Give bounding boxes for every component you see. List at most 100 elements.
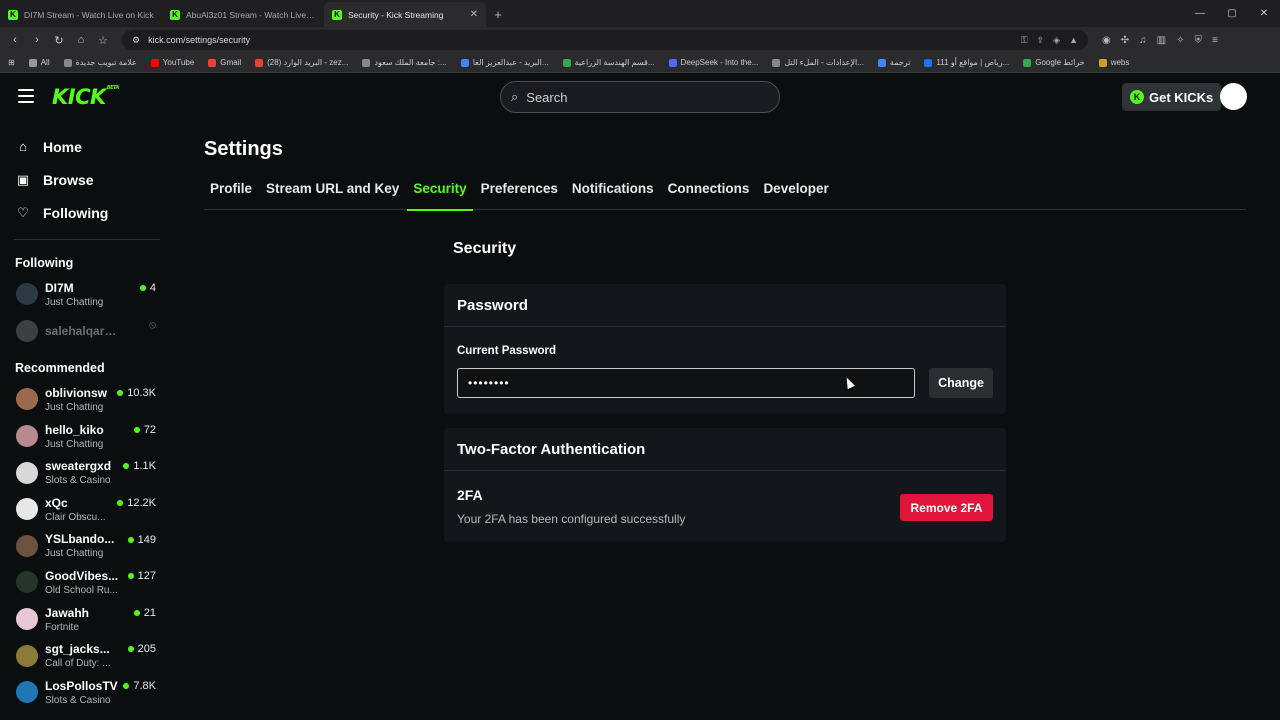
hamburger-menu-icon[interactable] bbox=[18, 89, 34, 103]
bookmark-item[interactable]: 111 رياض | مواقع أو... bbox=[924, 58, 1009, 67]
change-password-button[interactable]: Change bbox=[929, 368, 993, 398]
home-button-icon[interactable]: ⌂ bbox=[72, 31, 90, 49]
channel-item[interactable]: sweatergxd Slots & Casino 1.1K bbox=[0, 454, 172, 491]
channel-item[interactable]: YSLbando... Just Chatting 149 bbox=[0, 528, 172, 565]
vpn-icon[interactable]: ⛨ bbox=[1194, 35, 1202, 46]
media-icon[interactable]: ♫ bbox=[1139, 35, 1147, 46]
viewer-count-value: 12.2K bbox=[127, 496, 156, 509]
sidebar-item-browse[interactable]: ▣ Browse bbox=[15, 163, 157, 196]
bookmark-icon[interactable]: ☆ bbox=[94, 31, 112, 49]
url-text: kick.com/settings/security bbox=[148, 35, 251, 45]
browser-tab[interactable]: K DI7M Stream - Watch Live on Kick bbox=[0, 2, 162, 27]
bookmark-item[interactable]: جامعة الملك سعود :... bbox=[362, 58, 447, 67]
leo-icon[interactable]: ✧ bbox=[1176, 35, 1184, 46]
extensions-icon[interactable]: ✣ bbox=[1121, 35, 1129, 46]
channel-name: YSLbando... bbox=[45, 532, 115, 547]
channel-item[interactable]: hello_kiko Just Chatting 72 bbox=[0, 418, 172, 455]
share-icon[interactable]: ⇪ bbox=[1037, 35, 1045, 46]
tab-developer[interactable]: Developer bbox=[757, 178, 834, 210]
sidebar-toggle-icon[interactable]: ▥ bbox=[1157, 35, 1166, 46]
settings-main: Settings Profile Stream URL and Key Securi… bbox=[172, 120, 1280, 720]
live-dot-icon bbox=[117, 499, 124, 506]
channel-avatar bbox=[16, 498, 38, 521]
kicks-coin-icon: K bbox=[1130, 90, 1144, 104]
live-dot-icon bbox=[117, 390, 124, 397]
channel-name: sweatergxd bbox=[45, 459, 112, 474]
forward-icon[interactable]: › bbox=[28, 31, 46, 49]
channel-category: Just Chatting bbox=[45, 401, 104, 413]
bookmark-item[interactable]: webs bbox=[1098, 58, 1129, 67]
bookmark-favicon-icon bbox=[668, 58, 677, 67]
viewer-count-value: 10.3K bbox=[127, 387, 156, 400]
tab-stream-url-and-key[interactable]: Stream URL and Key bbox=[260, 178, 405, 210]
bookmark-item[interactable]: (28) البريد الوارد - zez... bbox=[255, 58, 348, 67]
rewards-icon[interactable]: ▲ bbox=[1069, 35, 1078, 46]
channel-name: xQc bbox=[45, 495, 68, 510]
bookmark-item[interactable]: ترجمة bbox=[877, 58, 910, 67]
bookmark-item[interactable]: علامة تبويب جديدة bbox=[63, 58, 137, 67]
tab-preferences[interactable]: Preferences bbox=[475, 178, 564, 210]
reload-icon[interactable]: ↻ bbox=[50, 31, 68, 49]
live-dot-icon bbox=[133, 426, 140, 433]
following-heading: Following bbox=[15, 256, 74, 270]
channel-item[interactable]: oblivionsw Just Chatting 10.3K bbox=[0, 381, 172, 418]
key-icon[interactable]: ⚿ bbox=[1021, 35, 1028, 46]
user-avatar[interactable] bbox=[1220, 83, 1247, 110]
bookmark-item[interactable]: DeepSeek - Into the... bbox=[668, 58, 758, 67]
viewer-count: 127 bbox=[127, 570, 156, 583]
channel-item[interactable]: sgt_jacks... Call of Duty: ... 205 bbox=[0, 637, 172, 674]
channel-item[interactable]: Jawahh Fortnite 21 bbox=[0, 601, 172, 638]
browser-tab[interactable]: K AbuAl3z01 Stream - Watch Live on Kick bbox=[162, 2, 324, 27]
channel-item[interactable]: LosPollosTV Slots & Casino 7.8K bbox=[0, 674, 172, 711]
viewer-count-value: 4 bbox=[149, 282, 156, 294]
remove-2fa-button[interactable]: Remove 2FA bbox=[900, 494, 993, 521]
wallet-icon[interactable]: ◉ bbox=[1102, 35, 1111, 46]
close-window-icon[interactable]: ✕ bbox=[1248, 0, 1280, 27]
viewer-count: 205 bbox=[127, 643, 156, 655]
shield-icon[interactable]: ◈ bbox=[1053, 35, 1060, 46]
minimize-icon[interactable]: — bbox=[1184, 0, 1216, 27]
channel-avatar bbox=[16, 571, 38, 594]
bookmark-item[interactable]: Google خرائط bbox=[1023, 58, 1085, 67]
maximize-icon[interactable]: ▢ bbox=[1216, 0, 1248, 27]
tab-notifications[interactable]: Notifications bbox=[566, 178, 660, 210]
bookmark-item[interactable]: YouTube bbox=[150, 58, 194, 67]
sidebar-item-home[interactable]: ⌂ Home bbox=[15, 130, 157, 163]
sidebar-item-following[interactable]: ♡ Following bbox=[15, 196, 157, 229]
channel-item[interactable]: GoodVibes... Old School Ru... 127 bbox=[0, 564, 172, 601]
browser-tab-active[interactable]: K Security - Kick Streaming ✕ bbox=[324, 2, 486, 27]
kick-favicon-icon: K bbox=[8, 9, 18, 20]
live-dot-icon bbox=[133, 609, 140, 616]
bookmark-favicon-icon bbox=[772, 58, 781, 67]
viewer-count-value: 127 bbox=[137, 570, 156, 583]
bookmark-item[interactable]: البريد - عبدالعزيز الغا... bbox=[460, 58, 549, 67]
channel-avatar bbox=[16, 319, 38, 342]
channel-item[interactable]: xQc Clair Obscu... 12.2K bbox=[0, 491, 172, 528]
site-info-icon[interactable]: ⚙ bbox=[132, 35, 140, 46]
bookmark-item[interactable]: الإعدادات - الملء التل... bbox=[772, 58, 864, 67]
new-tab-button[interactable]: + bbox=[486, 2, 510, 27]
tab-connections[interactable]: Connections bbox=[662, 178, 756, 210]
channel-item[interactable]: salehalqarni34 ⦸ bbox=[0, 313, 172, 350]
tab-security[interactable]: Security bbox=[407, 178, 473, 211]
bookmark-item[interactable]: All bbox=[28, 58, 50, 67]
channel-name: hello_kiko bbox=[45, 422, 104, 437]
channel-name: GoodVibes... bbox=[45, 568, 119, 583]
back-icon[interactable]: ‹ bbox=[6, 31, 24, 49]
search-input[interactable]: ⌕ Search bbox=[500, 81, 780, 113]
kick-header: KICKBETA ⌕ Search K Get KICKs bbox=[0, 74, 1280, 120]
two-factor-card: Two-Factor Authentication 2FA Your 2FA h… bbox=[444, 428, 1006, 542]
menu-icon[interactable]: ≡ bbox=[1212, 35, 1218, 46]
apps-grid-icon[interactable]: ⊞ bbox=[8, 58, 15, 67]
close-tab-icon[interactable]: ✕ bbox=[470, 9, 478, 20]
channel-avatar bbox=[16, 461, 38, 484]
url-actions: ⚿ ⇪ ◈ ▲ bbox=[1021, 35, 1078, 46]
kick-logo[interactable]: KICKBETA bbox=[52, 85, 119, 109]
channel-item[interactable]: DI7M Just Chatting 4 bbox=[0, 276, 172, 313]
bookmark-item[interactable]: Gmail bbox=[208, 58, 241, 67]
url-field[interactable]: ⚙ kick.com/settings/security ⚿ ⇪ ◈ ▲ bbox=[122, 30, 1088, 50]
bookmark-item[interactable]: قسم الهندسة الزراعية... bbox=[562, 58, 655, 67]
tab-profile[interactable]: Profile bbox=[204, 178, 258, 210]
get-kicks-button[interactable]: K Get KICKs bbox=[1122, 83, 1222, 111]
channel-name: Jawahh bbox=[45, 605, 90, 620]
